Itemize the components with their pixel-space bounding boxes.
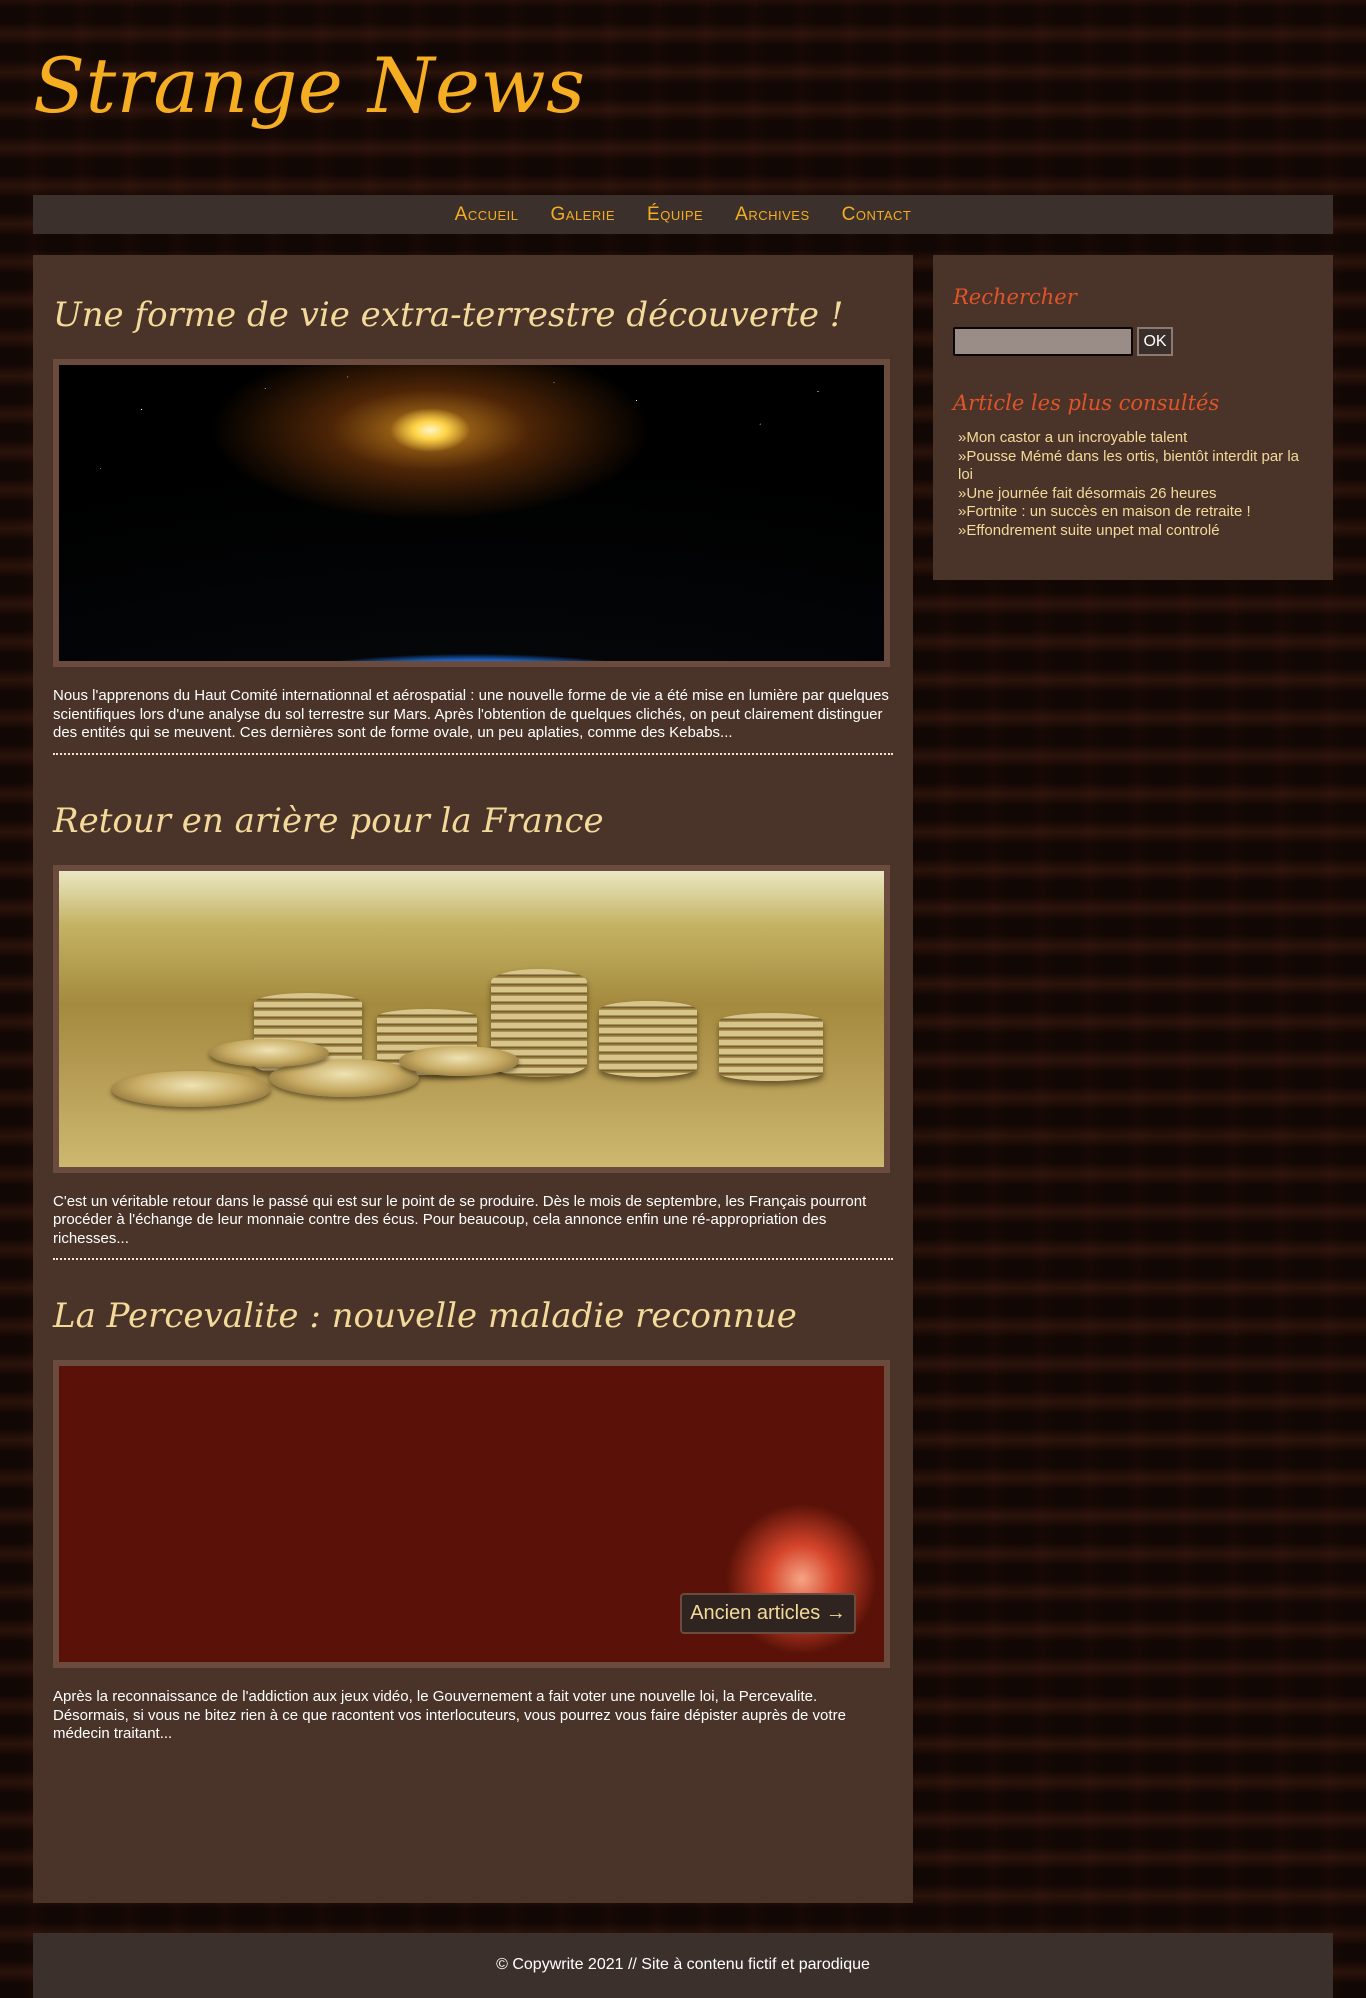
article-image-frame — [53, 864, 890, 1173]
nav-contact[interactable]: Contact — [842, 204, 912, 226]
popular-heading: Article les plus consultés — [953, 391, 1220, 415]
search-form: OK — [953, 327, 1313, 356]
popular-item[interactable]: »Pousse Mémé dans les ortis, bientôt int… — [958, 448, 1313, 485]
nav-accueil[interactable]: Accueil — [455, 204, 519, 226]
article: Retour en arière pour la France C'est un… — [53, 801, 893, 1260]
earth-sunrise-image[interactable] — [59, 365, 884, 661]
popular-list: »Mon castor a un incroyable talent »Pous… — [958, 429, 1313, 540]
article-title[interactable]: La Percevalite : nouvelle maladie reconn… — [53, 1296, 893, 1356]
coin — [399, 1045, 519, 1076]
coin-stack — [719, 1012, 823, 1081]
article-excerpt: Nous l'apprenons du Haut Comité internat… — [53, 687, 889, 741]
popular-item[interactable]: »Mon castor a un incroyable talent — [958, 429, 1313, 448]
main-nav: Accueil Galerie Équipe Archives Contact — [33, 195, 1333, 234]
popular-item[interactable]: »Fortnite : un succès en maison de retra… — [958, 503, 1313, 522]
search-button[interactable]: OK — [1137, 327, 1173, 356]
article: La Percevalite : nouvelle maladie reconn… — [53, 1296, 893, 1744]
article-divider — [53, 1258, 893, 1260]
article-excerpt: Après la reconnaissance de l'addiction a… — [53, 1688, 846, 1742]
popular-item[interactable]: »Une journée fait désormais 26 heures — [958, 485, 1313, 504]
coin-stacks-image[interactable] — [59, 870, 884, 1167]
popular-item[interactable]: »Effondrement suite unpet mal controlé — [958, 522, 1313, 541]
coin — [111, 1070, 271, 1107]
article-excerpt: C'est un véritable retour dans le passé … — [53, 1192, 867, 1247]
nav-galerie[interactable]: Galerie — [551, 204, 616, 226]
articles-column: Une forme de vie extra-terrestre découve… — [33, 255, 913, 1903]
article-image-frame — [53, 359, 890, 667]
nav-archives[interactable]: Archives — [735, 204, 809, 226]
article-title[interactable]: Une forme de vie extra-terrestre découve… — [53, 295, 893, 355]
article-title[interactable]: Retour en arière pour la France — [53, 801, 893, 861]
site-title: Strange News — [33, 41, 586, 130]
search-heading: Rechercher — [953, 285, 1077, 309]
nav-equipe[interactable]: Équipe — [647, 204, 703, 226]
coin-stack — [599, 1000, 697, 1077]
footer-text: © Copywrite 2021 // Site à contenu ficti… — [496, 1956, 870, 1973]
search-input[interactable] — [953, 327, 1133, 356]
footer: © Copywrite 2021 // Site à contenu ficti… — [33, 1933, 1333, 1998]
article: Une forme de vie extra-terrestre découve… — [53, 295, 893, 755]
older-articles-button[interactable]: Ancien articles → — [680, 1593, 856, 1634]
stars-decoration — [59, 365, 884, 661]
article-divider — [53, 752, 893, 755]
coin — [209, 1038, 329, 1067]
sidebar: Rechercher OK Article les plus consultés… — [933, 255, 1333, 580]
